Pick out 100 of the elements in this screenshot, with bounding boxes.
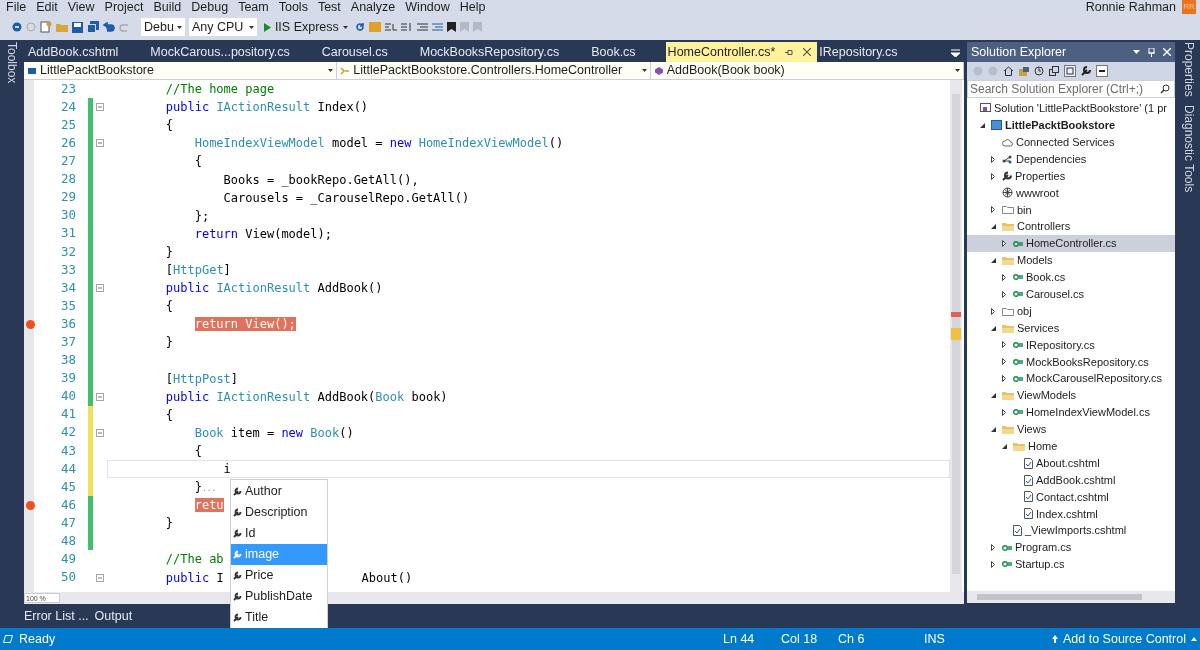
collapsed-arrow-icon[interactable] <box>991 172 995 180</box>
tree-item[interactable]: Services <box>967 319 1175 337</box>
tree-item[interactable]: Startup.cs <box>967 556 1175 573</box>
expanded-arrow-icon[interactable] <box>1002 443 1007 449</box>
panel-tab[interactable]: Output <box>94 605 133 627</box>
tree-item[interactable]: Models <box>967 252 1175 269</box>
editor-tab[interactable]: MockCarous...pository.cs <box>148 42 320 62</box>
run-button[interactable]: IIS Express <box>260 18 351 36</box>
completion-item[interactable]: Id <box>231 523 327 544</box>
menu-item[interactable]: Build <box>148 0 187 14</box>
configuration-dropdown[interactable]: Debu <box>141 18 185 36</box>
refresh-icon[interactable] <box>354 22 365 32</box>
menu-item[interactable]: Test <box>312 0 346 14</box>
pin-icon[interactable] <box>785 48 794 56</box>
collapsed-arrow-icon[interactable] <box>1002 273 1006 281</box>
expanded-arrow-icon[interactable] <box>991 393 996 399</box>
menu-item[interactable]: Tools <box>273 0 313 14</box>
tree-item[interactable]: MockBooksRepository.cs <box>967 353 1175 371</box>
collapsed-arrow-icon[interactable] <box>991 307 995 315</box>
editor-tab[interactable]: MockBooksRepository.cs <box>417 42 590 62</box>
tree-item[interactable]: HomeController.cs <box>967 235 1175 252</box>
expanded-arrow-icon[interactable] <box>991 224 996 230</box>
editor-tab[interactable]: Carousel.cs <box>319 42 418 62</box>
menu-item[interactable]: Edit <box>31 0 63 14</box>
expanded-arrow-icon[interactable] <box>980 122 985 128</box>
new-project-icon[interactable] <box>40 21 52 33</box>
editor-tab[interactable]: Book.cs <box>589 42 666 62</box>
vertical-scrollbar[interactable] <box>950 80 962 592</box>
scrollbar-thumb[interactable] <box>952 94 960 574</box>
tree-item[interactable]: IRepository.cs <box>967 336 1175 354</box>
expanded-arrow-icon[interactable] <box>991 426 996 432</box>
collapsed-arrow-icon[interactable] <box>991 206 995 214</box>
tree-item[interactable]: ViewModels <box>967 387 1175 405</box>
tree-item[interactable]: Program.cs <box>967 539 1175 557</box>
tree-item[interactable]: HomeIndexViewModel.cs <box>967 404 1175 421</box>
switch-views-icon[interactable] <box>1019 66 1029 76</box>
undo-icon[interactable] <box>103 21 115 33</box>
side-tab[interactable]: Diagnostic Tools <box>1177 104 1200 192</box>
platform-dropdown[interactable]: Any CPU <box>188 18 257 36</box>
tree-item[interactable]: Controllers <box>967 218 1175 236</box>
menu-item[interactable]: Team <box>233 0 274 14</box>
comment-icon[interactable] <box>416 22 428 32</box>
tree-item[interactable]: wwwroot <box>967 184 1175 202</box>
source-control-button[interactable]: Add to Source Control <box>1052 629 1197 649</box>
step-icon[interactable] <box>384 22 397 32</box>
collapsed-arrow-icon[interactable] <box>991 155 995 163</box>
tree-item[interactable]: Solution 'LittlePacktBookstore' (1 pr <box>967 100 1175 117</box>
dropdown-icon[interactable] <box>1133 50 1140 54</box>
expanded-arrow-icon[interactable] <box>991 257 996 263</box>
editor-tab[interactable]: IRepository.cs <box>817 42 928 62</box>
user-name[interactable]: Ronnie Rahman <box>1085 0 1176 14</box>
tree-item[interactable]: LittlePacktBookstore <box>967 116 1175 134</box>
wrench-icon[interactable] <box>1081 66 1091 76</box>
tree-item[interactable]: obj <box>967 302 1175 320</box>
collapsed-arrow-icon[interactable] <box>1002 375 1006 383</box>
collapse-all-icon[interactable] <box>1049 66 1059 76</box>
menu-item[interactable]: Window <box>400 0 455 14</box>
menu-item[interactable]: Analyze <box>345 0 401 14</box>
tab-list-dropdown-icon[interactable] <box>951 49 960 57</box>
menu-item[interactable]: File <box>1 0 32 14</box>
tree-item[interactable]: Views <box>967 420 1175 438</box>
menu-item[interactable]: View <box>62 0 100 14</box>
completion-item[interactable]: Author <box>231 481 327 502</box>
history-icon[interactable] <box>1034 66 1044 76</box>
collapsed-arrow-icon[interactable] <box>1002 408 1006 416</box>
completion-item[interactable]: PublishDate <box>231 586 327 607</box>
tree-item[interactable]: _ViewImports.cshtml <box>967 522 1175 540</box>
tree-item[interactable]: MockCarouselRepository.cs <box>967 370 1175 388</box>
collapsed-arrow-icon[interactable] <box>1002 341 1006 349</box>
tree-item[interactable]: Dependencies <box>967 150 1175 168</box>
tree-item[interactable]: Connected Services <box>967 133 1175 151</box>
collapsed-arrow-icon[interactable] <box>1002 290 1006 298</box>
editor-tab[interactable]: HomeController.cs* <box>665 42 818 62</box>
close-icon[interactable] <box>803 48 812 56</box>
collapsed-arrow-icon[interactable] <box>1002 240 1006 248</box>
tree-item[interactable]: bin <box>967 201 1175 219</box>
search-field[interactable]: Search Solution Explorer (Ctrl+;) <box>967 80 1175 98</box>
tree-item[interactable]: AddBook.cshtml <box>967 471 1175 489</box>
tree-item[interactable]: Contact.cshtml <box>967 488 1175 506</box>
tree-item[interactable]: Properties <box>967 167 1175 185</box>
home-icon[interactable] <box>1003 66 1014 76</box>
completion-item[interactable]: Price <box>231 565 327 586</box>
editor-tab[interactable]: AddBook.cshtml <box>26 42 149 62</box>
show-all-files-icon[interactable] <box>1064 65 1076 77</box>
tree-item[interactable]: About.cshtml <box>967 454 1175 472</box>
menu-item[interactable]: Project <box>99 0 149 14</box>
save-all-icon[interactable] <box>87 21 99 33</box>
tree-item[interactable]: Carousel.cs <box>967 285 1175 303</box>
navigation-dropdown[interactable]: LittlePacktBookstore <box>24 62 338 79</box>
save-icon[interactable] <box>72 21 83 33</box>
collapsed-arrow-icon[interactable] <box>991 561 995 568</box>
navigation-dropdown[interactable]: LittlePacktBookstore.Controllers.HomeController <box>337 62 651 79</box>
collapsed-arrow-icon[interactable] <box>991 544 995 552</box>
panel-tab[interactable]: Error List ... <box>24 605 89 627</box>
menu-item[interactable]: Help <box>454 0 491 14</box>
side-tab[interactable]: Toolbox <box>0 42 25 84</box>
back-icon[interactable] <box>12 22 22 32</box>
step-icon[interactable] <box>400 22 413 32</box>
tree-item[interactable]: Book.cs <box>967 268 1175 286</box>
scrollbar-thumb[interactable] <box>977 594 1142 600</box>
